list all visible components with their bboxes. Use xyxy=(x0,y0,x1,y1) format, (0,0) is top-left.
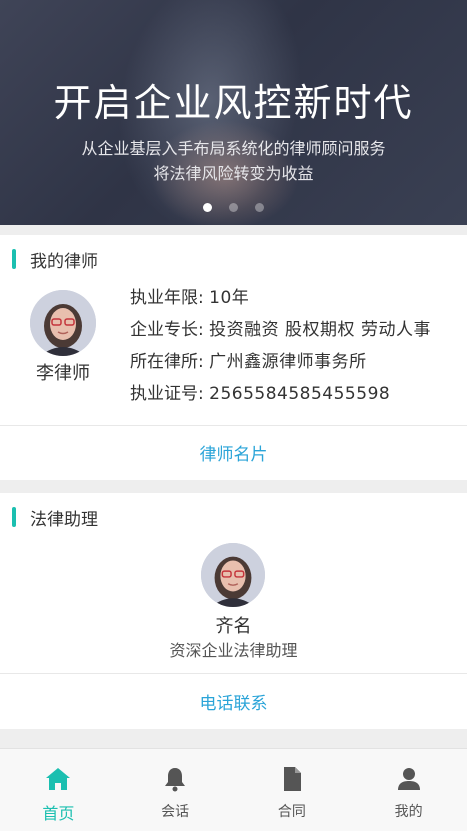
tab-label: 首页 xyxy=(42,804,75,823)
info-label: 执业年限: xyxy=(130,288,204,308)
divider xyxy=(0,673,467,674)
info-label: 企业专长: xyxy=(130,320,204,340)
tab-mine[interactable]: 我的 xyxy=(350,749,467,831)
banner-subtitle-line2: 将法律风险转变为收益 xyxy=(153,164,314,183)
carousel-dot[interactable] xyxy=(255,203,265,212)
info-row-years: 执业年限: 10年 xyxy=(130,287,431,319)
info-value: 2565584585455598 xyxy=(209,384,391,404)
assistant-avatar[interactable] xyxy=(201,543,265,607)
tab-contract[interactable]: 合同 xyxy=(234,749,351,831)
section-accent-bar xyxy=(12,249,16,269)
phone-contact-button[interactable]: 电话联系 xyxy=(0,689,467,714)
info-row-license: 执业证号: 2565584585455598 xyxy=(130,383,431,415)
tab-chat[interactable]: 会话 xyxy=(117,749,234,831)
info-value: 10年 xyxy=(209,288,250,308)
info-value: 投资融资 股权期权 劳动人事 xyxy=(209,320,431,340)
carousel-dot[interactable] xyxy=(202,203,212,212)
section-header: 我的律师 xyxy=(12,247,98,272)
section-title: 法律助理 xyxy=(30,509,98,530)
bottom-tab-bar: 首页 会话 合同 我的 xyxy=(0,748,467,831)
home-icon xyxy=(46,768,71,790)
lawyer-name: 李律师 xyxy=(36,363,90,384)
legal-assistant-card: 法律助理 齐名 资深企业法律助理 电话联系 xyxy=(0,493,467,729)
banner-carousel[interactable]: 开启企业风控新时代 从企业基层入手布局系统化的律师顾问服务 将法律风险转变为收益 xyxy=(0,0,467,225)
info-row-specialty: 企业专长: 投资融资 股权期权 劳动人事 xyxy=(130,319,431,351)
section-header: 法律助理 xyxy=(12,505,98,530)
lawyer-info-list: 执业年限: 10年 企业专长: 投资融资 股权期权 劳动人事 所在律所: 广州鑫… xyxy=(130,287,431,415)
banner-title: 开启企业风控新时代 xyxy=(53,81,414,125)
tab-label: 合同 xyxy=(277,804,306,820)
bell-icon xyxy=(165,768,186,792)
tab-label: 我的 xyxy=(394,804,423,820)
carousel-indicator xyxy=(0,197,467,216)
banner-subtitle-line1: 从企业基层入手布局系统化的律师顾问服务 xyxy=(81,139,386,158)
tab-label: 会话 xyxy=(161,804,190,820)
section-title: 我的律师 xyxy=(30,251,98,272)
info-value: 广州鑫源律师事务所 xyxy=(209,352,367,372)
carousel-dot[interactable] xyxy=(229,203,238,212)
lawyer-card-link[interactable]: 律师名片 xyxy=(0,440,467,465)
info-label: 执业证号: xyxy=(130,384,204,404)
info-row-firm: 所在律所: 广州鑫源律师事务所 xyxy=(130,351,431,383)
my-lawyer-card: 我的律师 李律师 执业年限: 10年 企业专长: 投资融资 股权期权 劳动人事 … xyxy=(0,235,467,480)
document-icon xyxy=(283,767,301,791)
info-label: 所在律所: xyxy=(130,352,204,372)
person-icon xyxy=(397,768,420,790)
divider xyxy=(0,425,467,426)
tab-home[interactable]: 首页 xyxy=(0,749,117,831)
assistant-name: 齐名 xyxy=(215,616,252,637)
lawyer-avatar[interactable] xyxy=(30,290,96,356)
assistant-role: 资深企业法律助理 xyxy=(169,641,298,660)
section-accent-bar xyxy=(12,507,16,527)
